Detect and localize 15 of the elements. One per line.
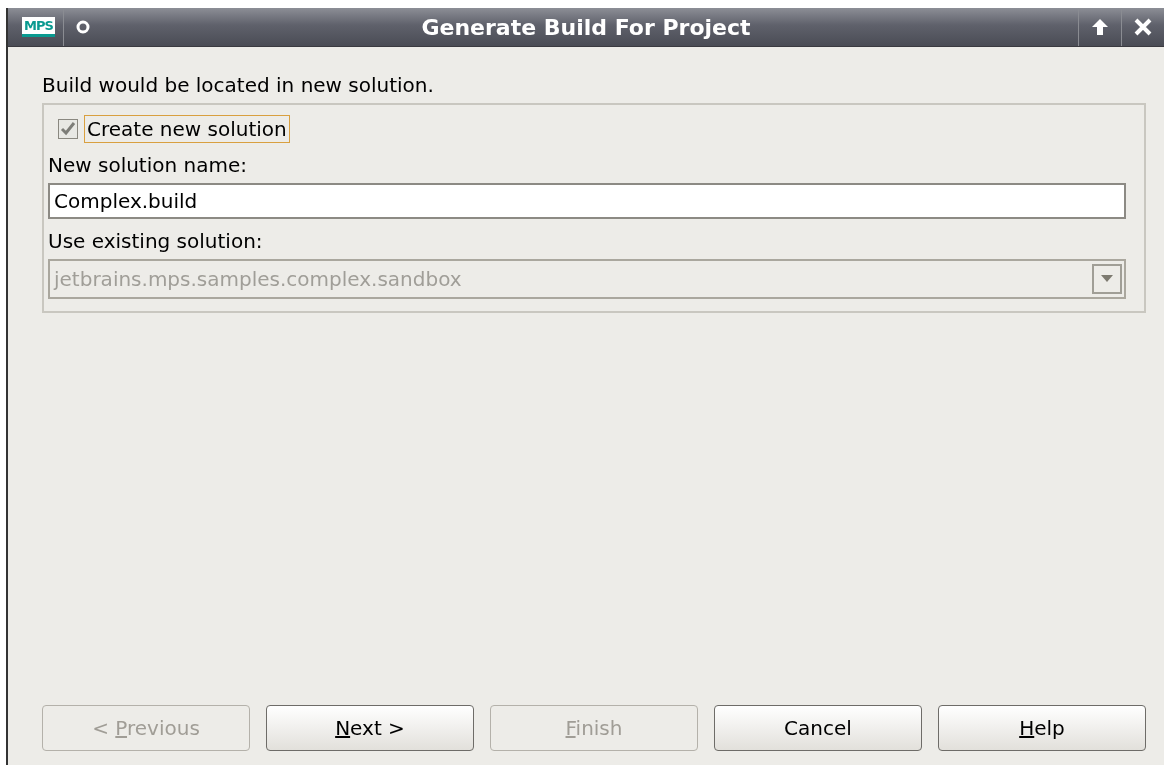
solution-name-field[interactable]: Complex.build <box>48 183 1126 219</box>
dialog-button[interactable]: Cancel <box>714 705 922 751</box>
close-icon <box>1134 18 1152 36</box>
checkbox[interactable] <box>58 119 78 139</box>
dialog-button[interactable]: Next > <box>266 705 474 751</box>
check-icon <box>60 121 76 137</box>
circle-icon <box>75 20 90 34</box>
info-text: Build would be located in new solution. <box>42 73 435 97</box>
dialog-button[interactable]: Help <box>938 705 1146 751</box>
app-logo: MPS <box>22 17 55 37</box>
window-title: Generate Build For Project <box>420 14 752 40</box>
field-label: New solution name: <box>48 153 248 177</box>
field-label: Use existing solution: <box>48 229 264 253</box>
up-arrow-icon <box>1091 18 1109 36</box>
checkbox-label[interactable]: Create new solution <box>84 115 290 143</box>
